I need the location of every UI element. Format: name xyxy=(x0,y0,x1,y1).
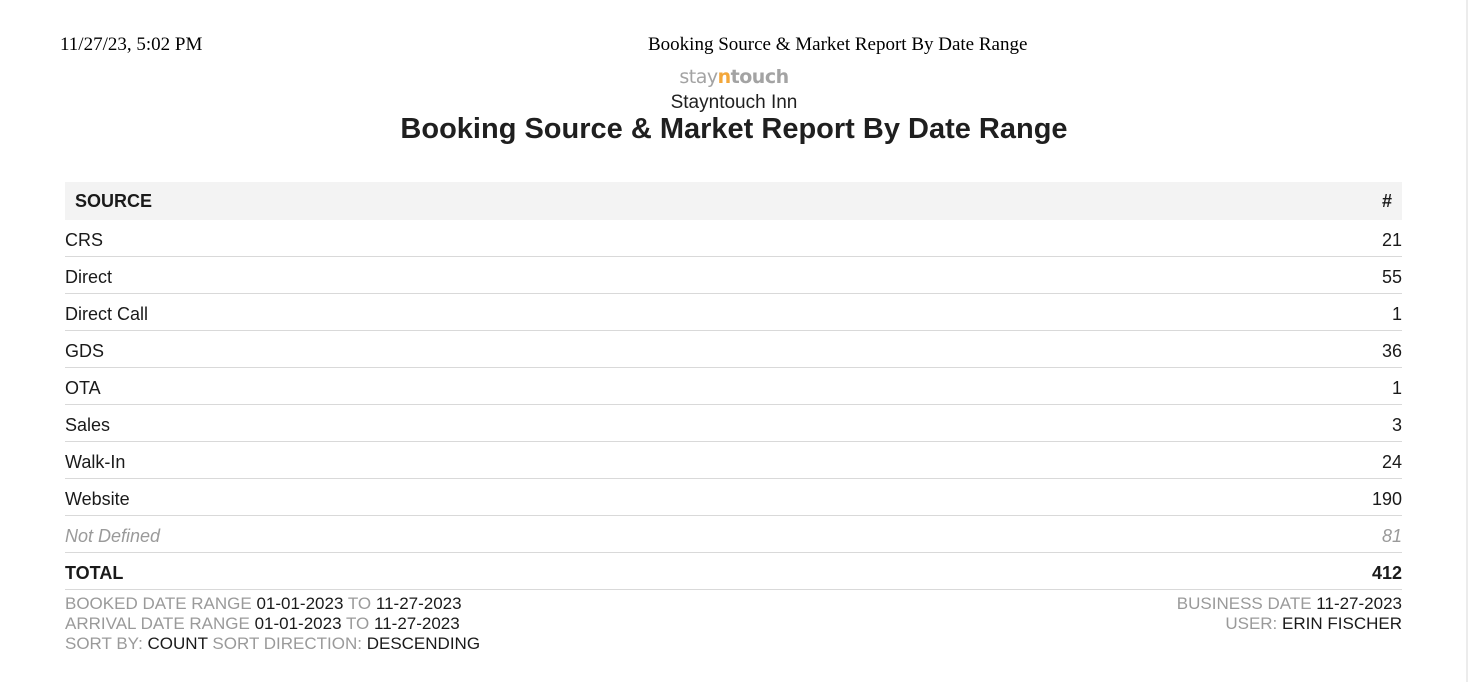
sort-direction-label: SORT DIRECTION: xyxy=(212,634,362,653)
arrival-date-from: 01-01-2023 xyxy=(254,614,342,633)
row-source: GDS xyxy=(65,340,105,361)
user-label: USER: xyxy=(1225,614,1278,633)
row-count: 24 xyxy=(1381,451,1402,472)
logo-part-stay: stay xyxy=(679,66,718,88)
row-count: 3 xyxy=(1391,414,1402,435)
row-count: 1 xyxy=(1391,377,1402,398)
sort-by-label: SORT BY: xyxy=(65,634,143,653)
total-count: 412 xyxy=(1371,562,1402,583)
row-source: Direct Call xyxy=(65,303,149,324)
table-row: Website 190 xyxy=(65,479,1402,516)
logo-part-n: n xyxy=(717,66,732,88)
business-date-value: 11-27-2023 xyxy=(1316,594,1402,613)
report-title: Booking Source & Market Report By Date R… xyxy=(400,113,1068,145)
sort-by-value: COUNT xyxy=(147,634,208,653)
table-row: Direct Call 1 xyxy=(65,294,1402,331)
table-header: SOURCE # xyxy=(65,182,1402,220)
to-label: TO xyxy=(347,594,372,613)
header-count: # xyxy=(1381,190,1392,211)
sort-info: SORT BY: COUNT SORT DIRECTION: DESCENDIN… xyxy=(65,634,480,654)
arrival-date-range: ARRIVAL DATE RANGE 01-01-2023 TO 11-27-2… xyxy=(65,614,480,634)
booked-date-label: BOOKED DATE RANGE xyxy=(65,594,252,613)
booked-date-to: 11-27-2023 xyxy=(375,594,462,613)
table-row: CRS 21 xyxy=(65,220,1402,257)
logo-part-touch: touch xyxy=(730,66,789,88)
print-header: 11/27/23, 5:02 PM Booking Source & Marke… xyxy=(60,34,1408,58)
footer-filters: BOOKED DATE RANGE 01-01-2023 TO 11-27-20… xyxy=(65,594,480,654)
sort-direction-value: DESCENDING xyxy=(366,634,481,653)
hotel-name: Stayntouch Inn xyxy=(670,92,798,113)
row-source: Walk-In xyxy=(65,451,126,472)
booked-date-range: BOOKED DATE RANGE 01-01-2023 TO 11-27-20… xyxy=(65,594,480,614)
row-source: CRS xyxy=(65,229,104,250)
row-count: 55 xyxy=(1381,266,1402,287)
table-row: GDS 36 xyxy=(65,331,1402,368)
row-source: Sales xyxy=(65,414,111,435)
row-source: OTA xyxy=(65,377,101,398)
print-title: Booking Source & Market Report By Date R… xyxy=(648,34,1028,55)
business-date-label: BUSINESS DATE xyxy=(1176,594,1312,613)
report-user: USER: ERIN FISCHER xyxy=(1177,614,1402,634)
table-row-total: TOTAL 412 xyxy=(65,553,1402,590)
row-count: 81 xyxy=(1381,525,1402,546)
arrival-date-to: 11-27-2023 xyxy=(374,614,460,633)
table-row: Sales 3 xyxy=(65,405,1402,442)
source-table: SOURCE # CRS 21 Direct 55 Direct Call 1 … xyxy=(65,182,1402,590)
row-count: 36 xyxy=(1381,340,1402,361)
total-label: TOTAL xyxy=(65,562,124,583)
business-date: BUSINESS DATE 11-27-2023 xyxy=(1177,594,1402,614)
table-row: Walk-In 24 xyxy=(65,442,1402,479)
row-source: Not Defined xyxy=(65,525,161,546)
table-row: OTA 1 xyxy=(65,368,1402,405)
row-source: Website xyxy=(65,488,130,509)
row-count: 190 xyxy=(1371,488,1402,509)
table-row: Direct 55 xyxy=(65,257,1402,294)
header-source: SOURCE xyxy=(75,190,153,211)
row-count: 1 xyxy=(1391,303,1402,324)
to-label: TO xyxy=(345,614,370,633)
row-source: Direct xyxy=(65,266,113,287)
print-datetime: 11/27/23, 5:02 PM xyxy=(60,34,203,55)
row-count: 21 xyxy=(1381,229,1402,250)
table-row-not-defined: Not Defined 81 xyxy=(65,516,1402,553)
footer-meta: BUSINESS DATE 11-27-2023 USER: ERIN FISC… xyxy=(1177,594,1402,634)
booked-date-from: 01-01-2023 xyxy=(256,594,344,613)
arrival-date-label: ARRIVAL DATE RANGE xyxy=(65,614,250,633)
stayntouch-logo: stayntouch xyxy=(0,66,1468,88)
user-value: ERIN FISCHER xyxy=(1282,614,1402,633)
